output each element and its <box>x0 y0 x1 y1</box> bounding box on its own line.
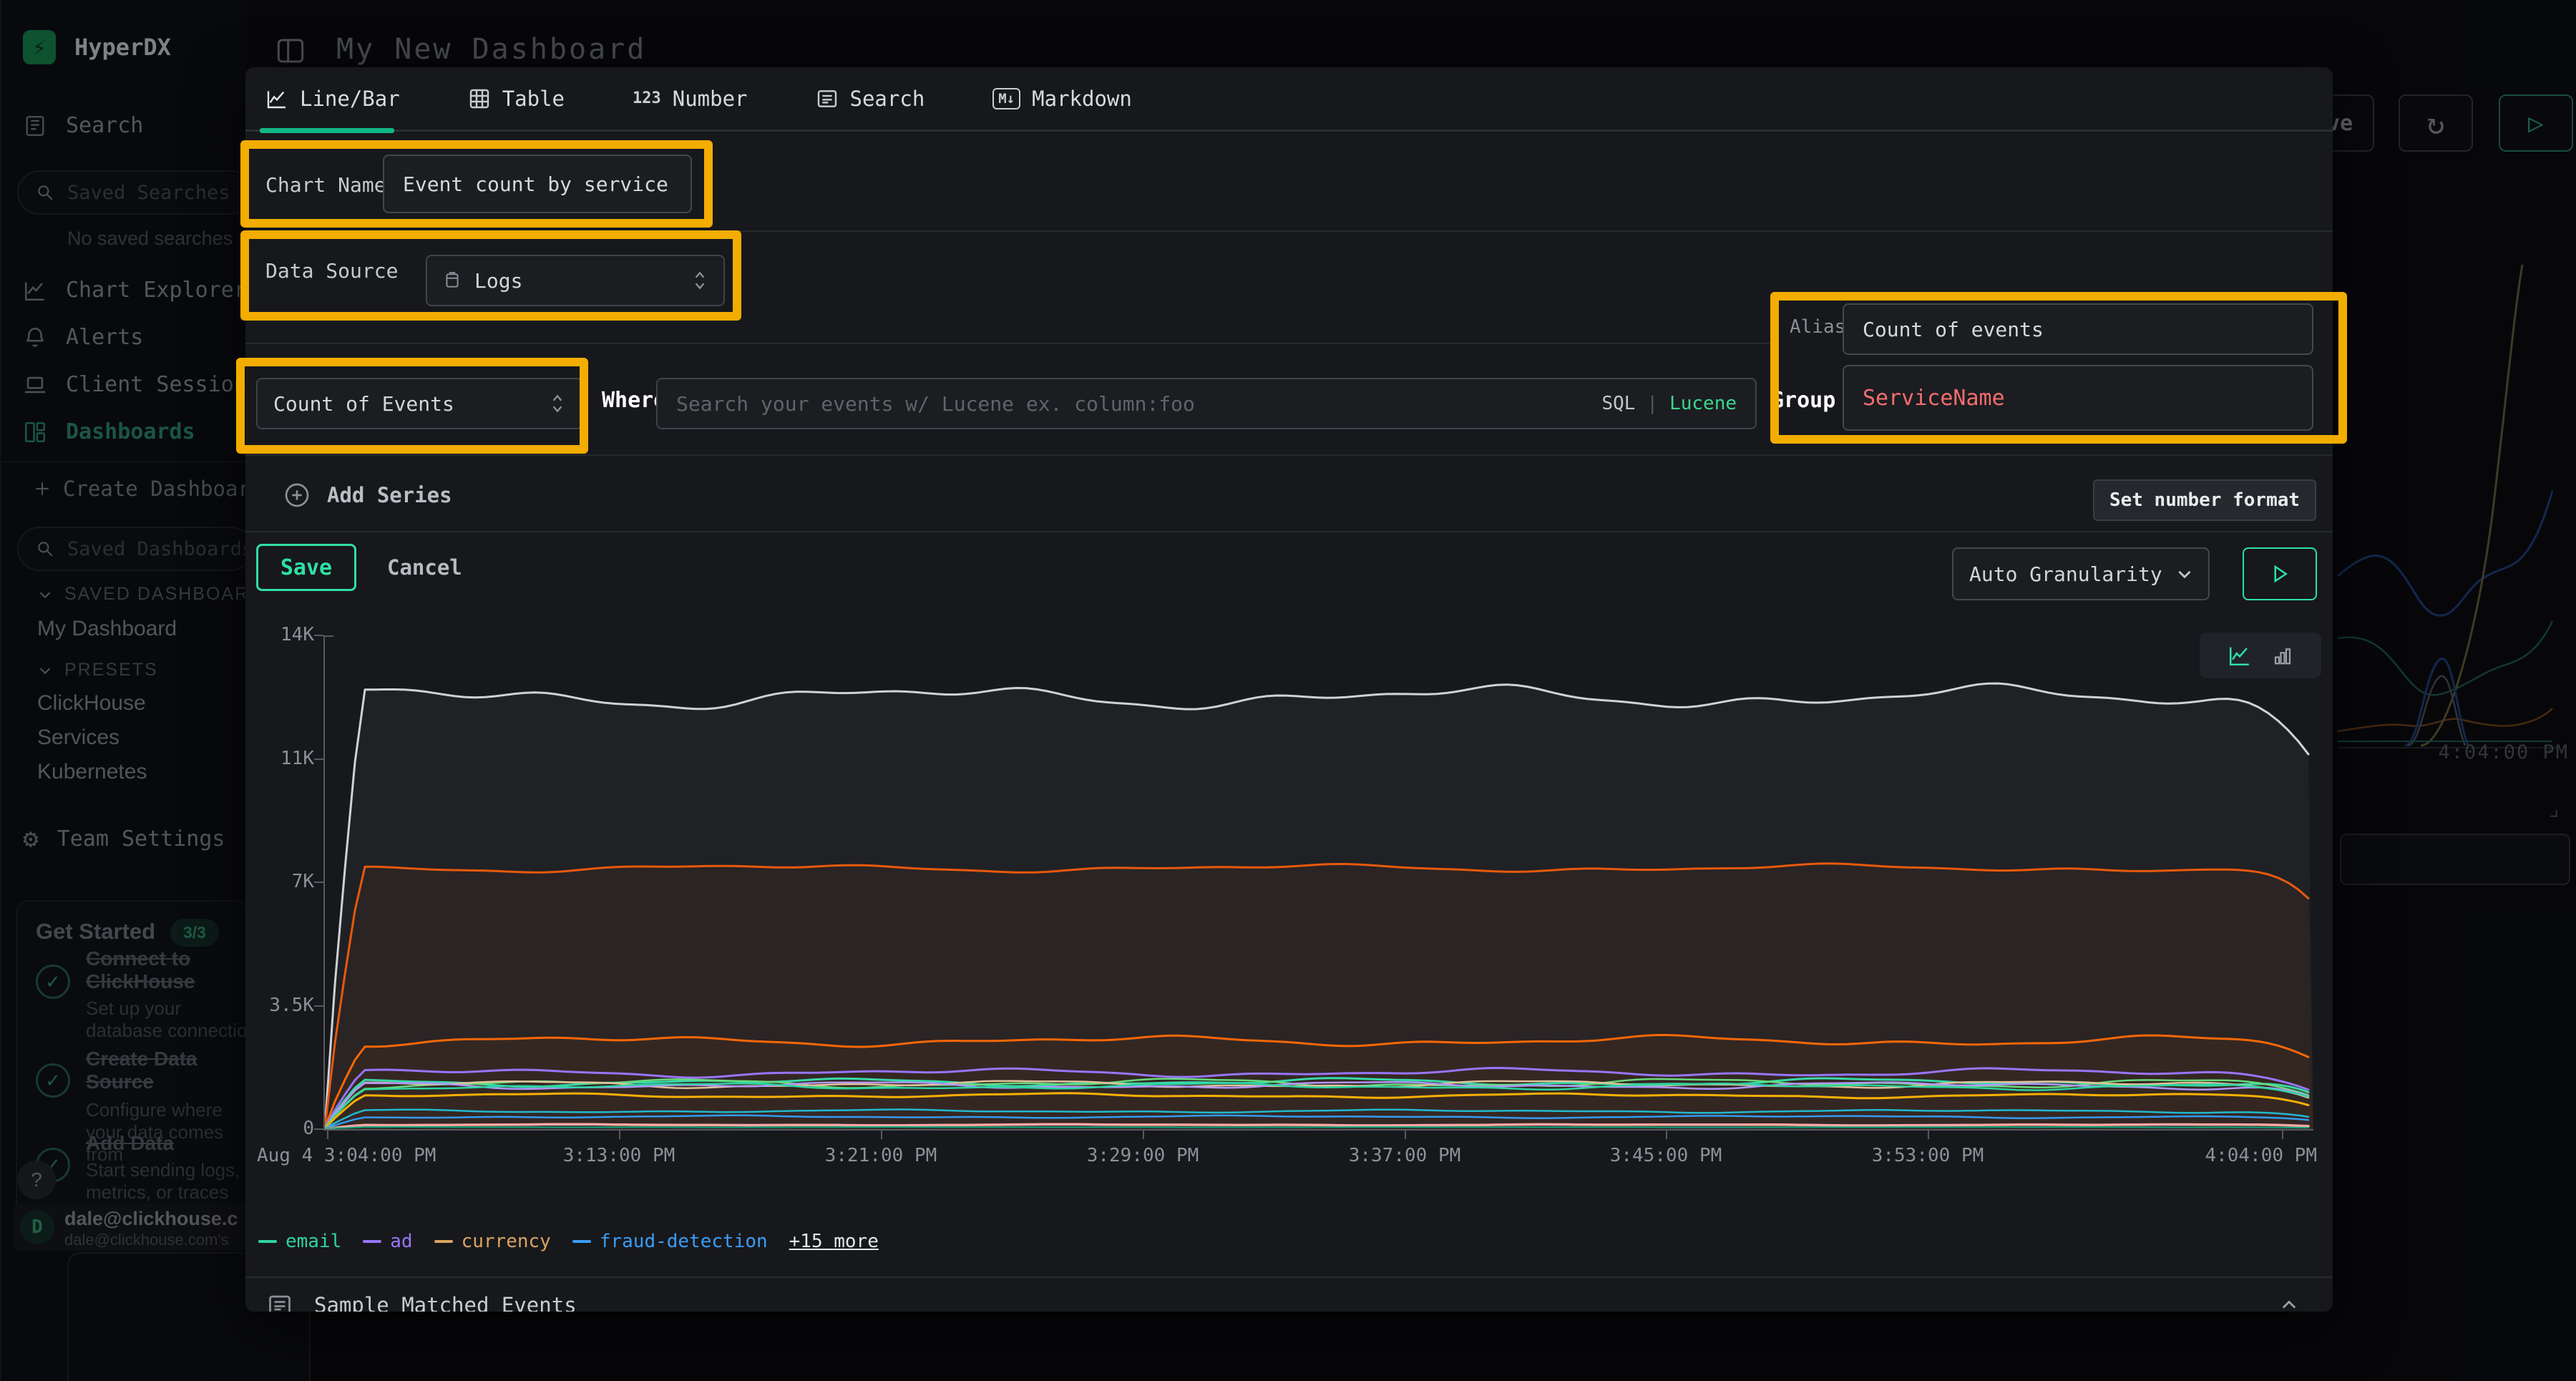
highlight-alias-group-by <box>1770 292 2347 444</box>
tab-number[interactable]: 123 Number <box>633 87 748 111</box>
tab-label: Line/Bar <box>300 87 400 111</box>
run-chart-button[interactable] <box>2243 547 2317 600</box>
table-icon <box>468 87 491 110</box>
x-tick-label: Aug 4 3:04:00 PM <box>257 1145 436 1166</box>
x-tick-label: 4:04:00 PM <box>2205 1145 2317 1166</box>
legend-swatch <box>258 1240 277 1243</box>
highlight-data-source <box>240 230 741 321</box>
highlight-aggregation <box>236 358 588 454</box>
highlight-chart-name <box>240 140 713 228</box>
y-tick-label: 3.5K <box>245 995 314 1016</box>
x-tick-mark <box>327 1131 328 1139</box>
language-divider: | <box>1646 393 1658 414</box>
cancel-button[interactable]: Cancel <box>387 555 462 580</box>
tab-label: Table <box>502 87 565 111</box>
tab-table[interactable]: Table <box>468 87 565 111</box>
add-series-button[interactable]: Add Series <box>283 481 452 509</box>
tab-line-bar[interactable]: Line/Bar <box>265 87 400 111</box>
granularity-select[interactable]: Auto Granularity <box>1952 547 2210 600</box>
save-button[interactable]: Save <box>256 544 356 591</box>
legend-more-link[interactable]: +15 more <box>789 1231 879 1252</box>
y-tick-label: 0 <box>245 1118 314 1139</box>
legend-item[interactable]: currency <box>434 1231 551 1252</box>
where-placeholder: Search your events w/ Lucene ex. column:… <box>676 392 1195 416</box>
y-tick-mark <box>314 882 323 883</box>
list-icon <box>267 1292 293 1312</box>
active-tab-underline <box>260 128 394 133</box>
language-sql-toggle[interactable]: SQL <box>1601 393 1635 414</box>
app-root: ⚡ HyperDX Search Saved Searches No saved… <box>0 0 2576 1381</box>
x-tick-mark <box>1928 1131 1929 1139</box>
tab-label: Search <box>850 87 925 111</box>
chart-type-tabs: Line/Bar Table 123 Number Search M↓ Ma <box>245 67 2333 132</box>
y-tick-mark <box>314 635 323 636</box>
x-tick-mark <box>881 1131 882 1139</box>
where-input[interactable]: Search your events w/ Lucene ex. column:… <box>656 378 1757 429</box>
x-tick-label: 3:29:00 PM <box>1087 1145 1199 1166</box>
y-tick-label: 14K <box>245 624 314 645</box>
legend-label: email <box>286 1231 341 1252</box>
legend-label: fraud-detection <box>600 1231 768 1252</box>
x-tick-label: 3:45:00 PM <box>1610 1145 1722 1166</box>
x-tick-label: 3:37:00 PM <box>1349 1145 1461 1166</box>
sample-events-header[interactable]: Sample Matched Events <box>267 1292 577 1312</box>
add-series-label: Add Series <box>327 483 452 507</box>
number-123-icon: 123 <box>633 89 661 107</box>
section-separator <box>245 531 2333 532</box>
granularity-value: Auto Granularity <box>1969 562 2162 586</box>
chart-legend: email ad currency fraud-detection +15 more <box>258 1231 879 1252</box>
y-tick-mark <box>314 1128 323 1130</box>
x-tick-label: 3:21:00 PM <box>825 1145 937 1166</box>
x-tick-label: 3:13:00 PM <box>563 1145 675 1166</box>
y-tick-label: 11K <box>245 748 314 769</box>
section-separator <box>245 454 2333 456</box>
x-tick-mark <box>1143 1131 1144 1139</box>
language-lucene-toggle[interactable]: Lucene <box>1669 393 1737 414</box>
legend-items: email ad currency fraud-detection <box>258 1231 768 1252</box>
tab-label: Number <box>673 87 748 111</box>
section-separator <box>245 1277 2333 1278</box>
x-tick-mark <box>2282 1131 2283 1139</box>
x-tick-mark <box>1405 1131 1406 1139</box>
chevron-down-icon <box>2175 565 2194 583</box>
sample-events-label: Sample Matched Events <box>314 1293 577 1312</box>
y-tick-mark <box>314 758 323 760</box>
y-tick-mark <box>314 1005 323 1007</box>
set-number-format-label: Set number format <box>2109 489 2300 511</box>
legend-item[interactable]: ad <box>363 1231 412 1252</box>
legend-swatch <box>434 1240 453 1243</box>
legend-label: currency <box>462 1231 551 1252</box>
legend-item[interactable]: email <box>258 1231 341 1252</box>
x-tick-label: 3:53:00 PM <box>1872 1145 1984 1166</box>
y-tick-label: 7K <box>245 871 314 892</box>
legend-label: ad <box>390 1231 412 1252</box>
section-separator <box>245 343 1770 344</box>
timeseries-chart[interactable] <box>325 635 2313 1129</box>
x-axis-line <box>323 1129 2313 1131</box>
legend-swatch <box>572 1240 591 1243</box>
set-number-format-button[interactable]: Set number format <box>2093 479 2316 521</box>
legend-item[interactable]: fraud-detection <box>572 1231 768 1252</box>
markdown-icon: M↓ <box>992 88 1020 109</box>
x-tick-mark <box>1666 1131 1667 1139</box>
collapse-chevron-icon[interactable] <box>2279 1295 2299 1312</box>
tab-markdown[interactable]: M↓ Markdown <box>992 87 1132 111</box>
x-tick-mark <box>619 1131 620 1139</box>
circle-plus-icon <box>283 481 311 509</box>
tab-label: Markdown <box>1032 87 1132 111</box>
search-list-icon <box>816 87 839 110</box>
play-icon <box>2269 563 2290 585</box>
tab-search[interactable]: Search <box>816 87 925 111</box>
line-chart-icon <box>265 87 288 110</box>
legend-swatch <box>363 1240 381 1243</box>
save-label: Save <box>280 555 332 580</box>
